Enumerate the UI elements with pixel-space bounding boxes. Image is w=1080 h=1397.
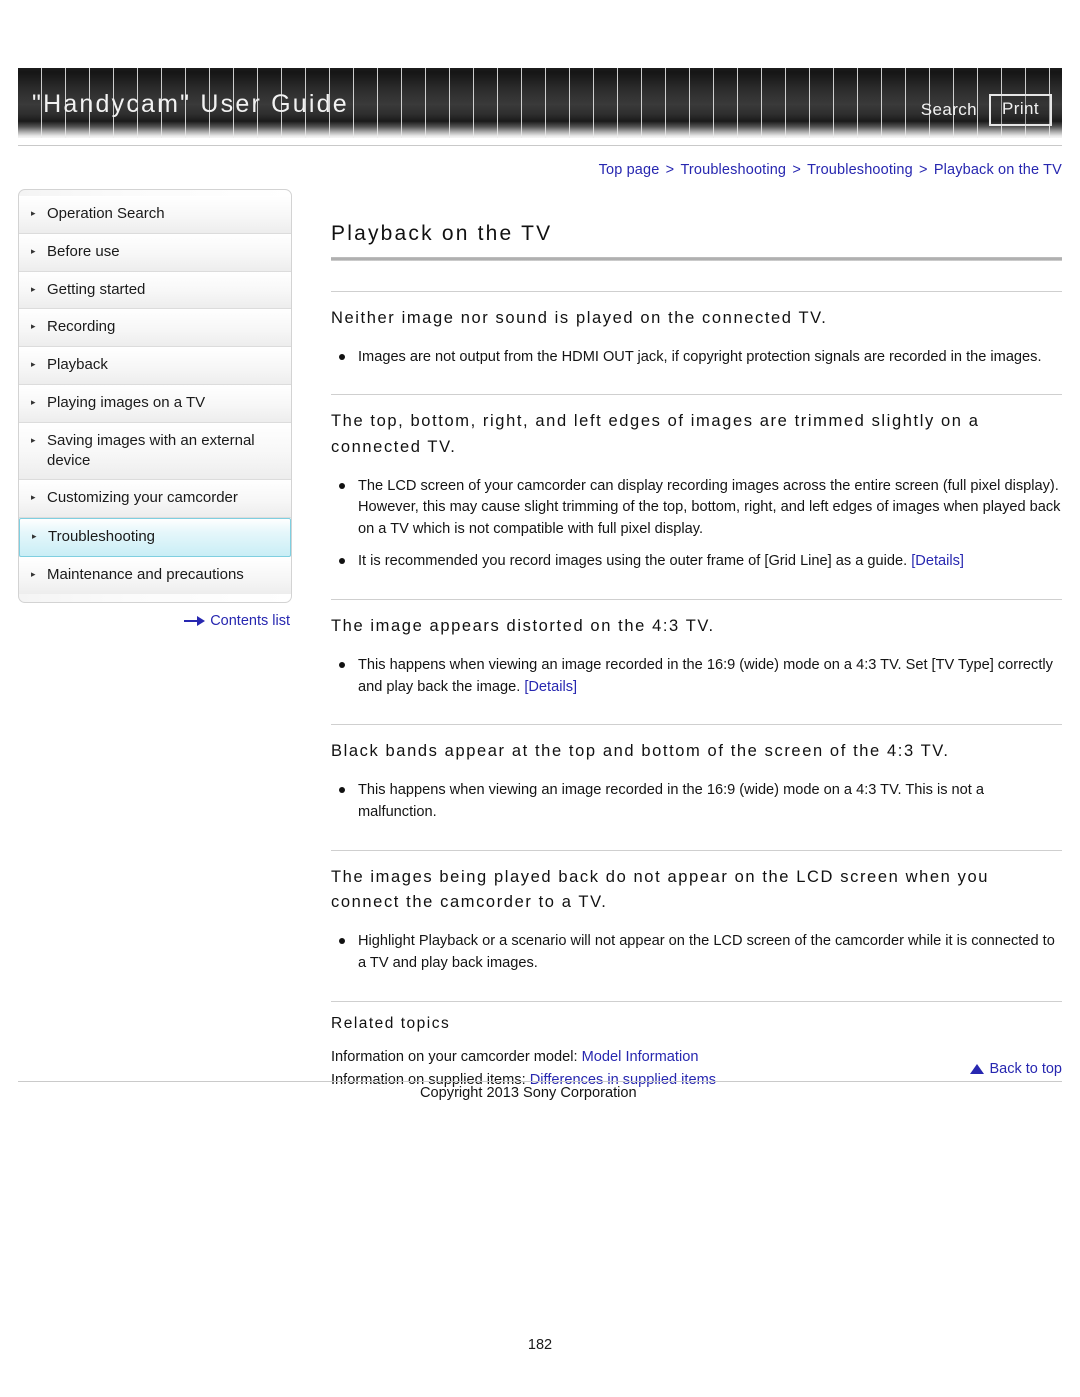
sidebar-item-label: Maintenance and precautions <box>47 565 244 583</box>
section-bullet-list: The LCD screen of your camcorder can dis… <box>331 476 1062 574</box>
section-heading: The image appears distorted on the 4:3 T… <box>331 617 715 636</box>
details-link[interactable]: [Details] <box>911 553 964 569</box>
search-button[interactable]: Search <box>921 100 977 120</box>
sidebar-item-label: Playing images on a TV <box>47 393 206 411</box>
section-bullet-list: Highlight Playback or a scenario will no… <box>331 931 1062 975</box>
sidebar-item-playing-images-on-a-tv[interactable]: ▸ Playing images on a TV <box>19 384 291 423</box>
section-bullet-list: Images are not output from the HDMI OUT … <box>331 347 1062 369</box>
section-heading: The top, bottom, right, and left edges o… <box>331 412 980 457</box>
sidebar-item-getting-started[interactable]: ▸ Getting started <box>19 271 291 310</box>
site-title: "Handycam" User Guide <box>32 90 349 118</box>
chevron-right-icon: ▸ <box>32 531 37 542</box>
bullet-text: This happens when viewing an image recor… <box>358 656 1053 695</box>
sidebar-item-saving-images-with-an-external-device[interactable]: ▸ Saving images with an external device <box>19 422 291 481</box>
chevron-right-icon: ▸ <box>31 321 36 332</box>
sidebar-item-recording[interactable]: ▸ Recording <box>19 309 291 348</box>
details-link[interactable]: [Details] <box>524 679 577 695</box>
breadcrumb-item-3[interactable]: Playback on the TV <box>934 162 1062 178</box>
sidebar-item-before-use[interactable]: ▸ Before use <box>19 233 291 272</box>
copyright-text: Copyright 2013 Sony Corporation <box>420 1085 637 1101</box>
chevron-right-icon: ▸ <box>31 568 36 579</box>
content-section: Black bands appear at the top and bottom… <box>331 724 1062 823</box>
sidebar-nav-list: ▸ Operation Search ▸ Before use ▸ Getting sta… <box>18 189 292 603</box>
section-divider <box>331 394 1062 396</box>
bullet-item: This happens when viewing an image recor… <box>331 655 1062 699</box>
chevron-right-icon: ▸ <box>31 359 36 370</box>
breadcrumb-separator: > <box>661 162 679 178</box>
chevron-right-icon: ▸ <box>31 208 36 218</box>
section-bullet-list: This happens when viewing an image recor… <box>331 780 1062 824</box>
sidebar-item-label: Saving images with an external device <box>47 431 255 469</box>
bullet-item: Images are not output from the HDMI OUT … <box>331 347 1062 369</box>
breadcrumb-item-0[interactable]: Top page <box>599 162 660 178</box>
breadcrumb-separator: > <box>914 162 932 178</box>
page-title: Playback on the TV <box>331 222 553 245</box>
bullet-item: It is recommended you record images usin… <box>331 551 1062 573</box>
section-heading: The images being played back do not appe… <box>331 867 990 912</box>
bullet-text: Images are not output from the HDMI OUT … <box>358 348 1042 365</box>
section-divider <box>331 599 1062 601</box>
sidebar-item-label: Troubleshooting <box>48 528 156 546</box>
section-heading: Neither image nor sound is played on the… <box>331 309 828 327</box>
content-section: The top, bottom, right, and left edges o… <box>331 394 1062 573</box>
section-bullet-list: This happens when viewing an image recor… <box>331 655 1062 699</box>
header-actions: Search Print <box>921 94 1052 126</box>
footer-divider <box>18 1081 1062 1082</box>
section-heading: Black bands appear at the top and bottom… <box>331 742 950 761</box>
sidebar-item-label: Before use <box>47 242 120 260</box>
related-topics-divider <box>331 1000 1062 1002</box>
breadcrumb-item-2[interactable]: Troubleshooting <box>807 162 913 178</box>
print-button[interactable]: Print <box>989 94 1052 126</box>
back-to-top-label: Back to top <box>989 1061 1062 1077</box>
sidebar-item-troubleshooting[interactable]: ▸ Troubleshooting <box>19 518 291 557</box>
bullet-item: Highlight Playback or a scenario will no… <box>331 931 1062 975</box>
main-content: Playback on the TV Neither image nor sou… <box>331 222 1062 1093</box>
arrow-right-icon <box>184 616 206 627</box>
sidebar-item-customizing-your-camcorder[interactable]: ▸ Customizing your camcorder <box>19 480 291 519</box>
breadcrumb-separator: > <box>788 162 806 178</box>
chevron-right-icon: ▸ <box>31 434 36 445</box>
breadcrumb: Top page > Troubleshooting > Troubleshoo… <box>0 162 1062 178</box>
related-topics-heading: Related topics <box>331 1014 451 1032</box>
chevron-right-icon: ▸ <box>31 245 36 256</box>
bullet-text: It is recommended you record images usin… <box>358 553 908 570</box>
sidebar-item-label: Customizing your camcorder <box>47 489 238 507</box>
sidebar-item-playback[interactable]: ▸ Playback <box>19 347 291 385</box>
sections-container: Neither image nor sound is played on the… <box>331 291 1062 975</box>
sidebar-item-label: Operation Search <box>47 205 165 222</box>
bullet-item: The LCD screen of your camcorder can dis… <box>331 476 1062 542</box>
sidebar-item-operation-search[interactable]: ▸ Operation Search <box>19 196 291 234</box>
chevron-right-icon: ▸ <box>31 283 36 294</box>
chevron-right-icon: ▸ <box>31 396 36 407</box>
bullet-text: Highlight Playback or a scenario will no… <box>358 932 1055 971</box>
bullet-text: This happens when viewing an image recor… <box>358 782 985 820</box>
sidebar-item-label: Recording <box>47 318 116 336</box>
back-to-top-link[interactable]: Back to top <box>0 1061 1062 1077</box>
content-section: Neither image nor sound is played on the… <box>331 291 1062 368</box>
page-number: 182 <box>527 1337 553 1353</box>
bullet-text: The LCD screen of your camcorder can dis… <box>358 477 1061 538</box>
site-header: "Handycam" User Guide Search Print <box>18 68 1062 138</box>
breadcrumb-item-1[interactable]: Troubleshooting <box>680 162 786 178</box>
contents-list-link[interactable]: Contents list <box>18 613 292 629</box>
content-section: The image appears distorted on the 4:3 T… <box>331 599 1062 698</box>
sidebar-item-label: Getting started <box>47 280 146 298</box>
sidebar-item-label: Playback <box>47 356 108 374</box>
header-divider <box>18 145 1062 146</box>
sidebar: ▸ Operation Search ▸ Before use ▸ Getting sta… <box>18 189 292 629</box>
contents-list-label: Contents list <box>210 612 290 629</box>
section-divider <box>331 724 1062 726</box>
content-section: The images being played back do not appe… <box>331 849 1062 975</box>
bullet-item: This happens when viewing an image recor… <box>331 780 1062 824</box>
triangle-up-icon <box>970 1064 985 1074</box>
section-divider <box>331 849 1062 851</box>
sidebar-item-maintenance-and-precautions[interactable]: ▸ Maintenance and precautions <box>19 556 291 594</box>
section-divider <box>331 291 1062 292</box>
chevron-right-icon: ▸ <box>31 492 36 503</box>
page-title-underline <box>331 257 1062 261</box>
